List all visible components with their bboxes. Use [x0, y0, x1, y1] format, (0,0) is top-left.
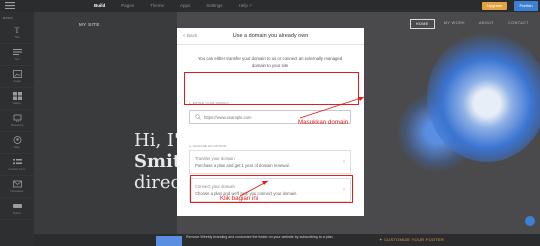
footer-text: Remove Weebly branding and customize the…: [186, 235, 334, 239]
help-bubble-icon[interactable]: [525, 216, 535, 226]
site-nav-my-work[interactable]: MY WORK: [439, 19, 470, 29]
svg-text:T: T: [14, 26, 19, 34]
map-icon: [13, 136, 21, 144]
site-nav-about[interactable]: ABOUT: [474, 19, 499, 29]
annotation-box-connect: [190, 175, 353, 203]
annotation-klik-bagian-ini: Klik bagian ini: [220, 195, 259, 202]
tab-settings[interactable]: Settings: [198, 0, 230, 12]
tab-theme[interactable]: Theme: [142, 0, 172, 12]
sidebar-item-gallery[interactable]: Gallery: [0, 88, 34, 110]
top-bar: Build Pages Theme Apps Settings Help ˅ U…: [0, 0, 540, 12]
sidebar-item-button[interactable]: Button: [0, 198, 34, 220]
sidebar-item-contact-form[interactable]: Contact Form: [0, 154, 34, 176]
button-icon: [12, 204, 22, 208]
sidebar-item-text[interactable]: Text: [0, 44, 34, 66]
sidebar-item-label: Contact Form: [8, 167, 26, 171]
menu-icon[interactable]: [4, 1, 16, 10]
sidebar-item-label: Gallery: [12, 101, 22, 105]
hero-heading-line2[interactable]: Smit: [134, 151, 181, 172]
sidebar-item-image[interactable]: Image: [0, 66, 34, 88]
sidebar-item-title[interactable]: T Title: [0, 22, 34, 44]
slideshow-icon: [13, 114, 21, 122]
sidebar-item-map[interactable]: Map: [0, 132, 34, 154]
option-transfer-domain[interactable]: Transfer your domain Purchase a plan and…: [189, 150, 351, 174]
site-nav: HOME MY WORK ABOUT CONTACT: [409, 19, 534, 29]
site-left-panel: [67, 12, 177, 234]
hero-image-bloom: [427, 32, 540, 162]
modal-header: < Back Use a domain you already own: [177, 28, 364, 45]
site-nav-contact[interactable]: CONTACT: [503, 19, 534, 29]
hero-heading-line3[interactable]: direc: [134, 172, 181, 193]
hero-heading-line1[interactable]: Hi, I': [134, 130, 179, 151]
tab-build[interactable]: Build: [86, 0, 113, 12]
sidebar-header: BASIC: [3, 16, 14, 20]
modal-title: Use a domain you already own: [232, 33, 309, 39]
site-nav-home[interactable]: HOME: [409, 19, 435, 29]
gallery-icon: [12, 92, 22, 100]
form-icon: [12, 159, 22, 164]
tab-help[interactable]: Help ˅: [231, 0, 260, 12]
chevron-right-icon: ›: [343, 159, 345, 165]
site-title[interactable]: MY SITE: [79, 22, 100, 27]
section-label-choose-option: 2. CHOOSE AN OPTION: [189, 144, 227, 148]
newsletter-icon: [12, 180, 22, 188]
search-icon: [195, 114, 201, 120]
upgrade-button[interactable]: Upgrade: [482, 2, 508, 10]
text-icon: T: [14, 26, 19, 34]
sidebar-item-label: Title: [14, 35, 20, 39]
publish-button[interactable]: Publish: [514, 1, 538, 11]
annotation-box-domain: [184, 72, 359, 105]
sidebar-item-label: Slideshow: [10, 123, 24, 127]
customize-footer-link[interactable]: ✦ CUSTOMIZE YOUR FOOTER: [379, 237, 444, 242]
sidebar-item-label: Image: [13, 79, 21, 83]
footer-bar: Remove Weebly branding and customize the…: [34, 234, 540, 246]
modal-intro: You can either transfer your domain to u…: [197, 56, 343, 68]
tab-apps[interactable]: Apps: [172, 0, 198, 12]
sidebar-item-slideshow[interactable]: Slideshow: [0, 110, 34, 132]
top-nav: Build Pages Theme Apps Settings Help ˅: [86, 0, 260, 12]
sidebar-item-label: Button: [12, 211, 22, 215]
sidebar-item-label: Map: [14, 145, 20, 149]
paragraph-icon: [12, 49, 22, 55]
annotation-masukkan-domain: Masukkan domain: [298, 119, 349, 126]
tab-pages[interactable]: Pages: [113, 0, 142, 12]
footer-thumbnail: [156, 236, 182, 246]
option-title: Transfer your domain: [195, 156, 235, 161]
sidebar-item-label: Newsletter: [10, 189, 24, 193]
sidebar-item-label: Text: [14, 57, 20, 61]
image-icon: [12, 70, 22, 78]
element-sidebar: BASIC T Title Text Image Gallery Slidesh…: [0, 12, 34, 246]
option-description: Purchase a plan and get 1 year of domain…: [195, 163, 290, 168]
sidebar-item-newsletter[interactable]: Newsletter: [0, 176, 34, 198]
